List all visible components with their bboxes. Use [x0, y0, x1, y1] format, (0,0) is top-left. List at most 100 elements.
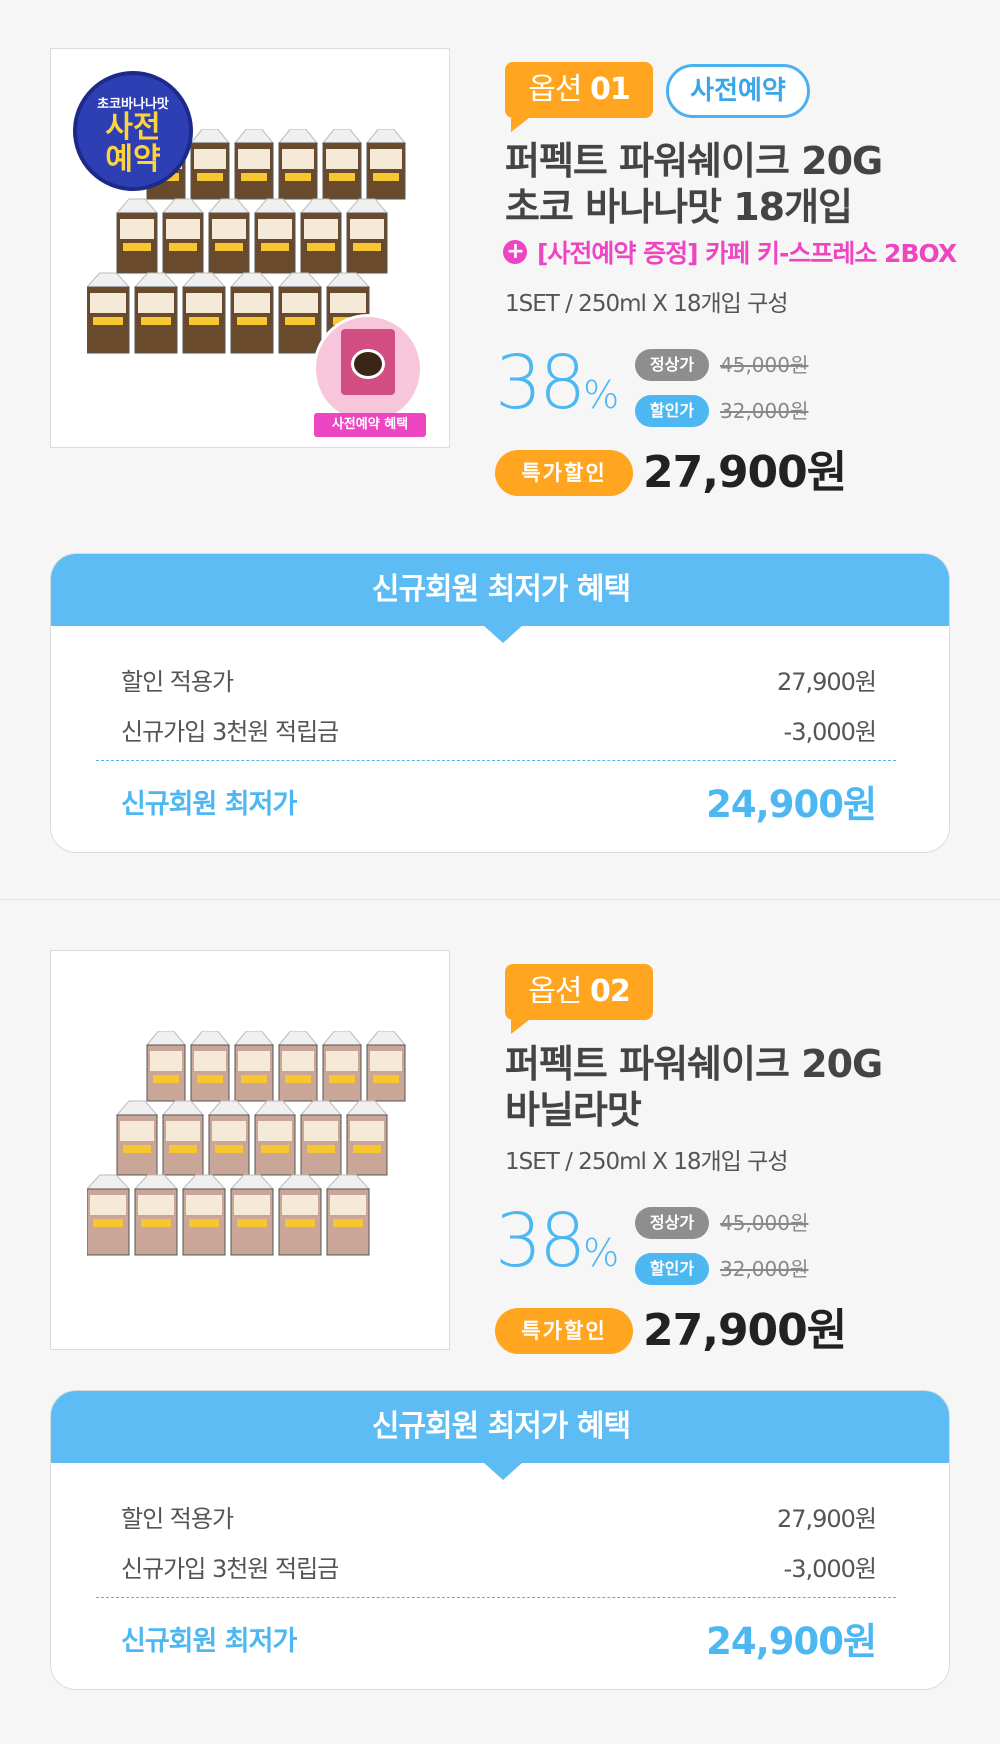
carton-icon — [189, 129, 231, 200]
benefit-header-arrow — [483, 625, 523, 643]
product-title-line2: 초코 바나나맛 18개입 — [505, 185, 853, 229]
sale-price-tag: 할인가 — [635, 395, 709, 427]
product-image-choco-banana[interactable]: 초코바나나맛 사전 예약 사전예약 혜택 — [50, 48, 450, 448]
sale-price: 32,000원 — [720, 399, 809, 423]
benefit-total-value: 24,900원 — [706, 1620, 877, 1663]
carton-icon — [145, 1031, 187, 1102]
benefit-total: 신규회원 최저가 24,900원 — [121, 782, 877, 826]
option-word: 옵션 — [528, 974, 582, 1009]
gift-label: 사전예약 혜택 — [314, 413, 426, 437]
product-spec: 1SET / 250ml X 18개입 구성 — [505, 291, 788, 317]
option-word: 옵션 — [528, 72, 582, 107]
carton-icon — [345, 1100, 389, 1176]
percent-sign: % — [583, 1231, 619, 1275]
carton-icon — [321, 1031, 363, 1102]
benefit-row-label: 할인 적용가 — [121, 668, 234, 696]
benefit-row-label: 할인 적용가 — [121, 1505, 234, 1533]
option-number: 01 — [590, 72, 631, 107]
benefit-total: 신규회원 최저가 24,900원 — [121, 1619, 877, 1663]
carton-icon — [181, 272, 227, 354]
discount-rate: 38% — [495, 340, 619, 426]
sale-price-tag: 할인가 — [635, 1253, 709, 1285]
benefit-row-label: 신규가입 3천원 적립금 — [121, 1555, 339, 1583]
regular-price-tag: 정상가 — [635, 1207, 709, 1239]
product-title-line1: 퍼펙트 파워쉐이크 20G — [505, 139, 883, 183]
carton-icon — [207, 198, 251, 274]
benefit-divider — [96, 1597, 896, 1598]
product-title-line1: 퍼펙트 파워쉐이크 20G — [505, 1042, 883, 1086]
benefit-row-value: 27,900원 — [776, 668, 877, 696]
carton-icon — [299, 1100, 343, 1176]
benefit-row-label: 신규가입 3천원 적립금 — [121, 718, 339, 746]
carton-icon — [133, 272, 179, 354]
discount-number: 38 — [495, 1198, 586, 1284]
benefit-row-points: 신규가입 3천원 적립금 -3,000원 — [121, 712, 877, 747]
benefit-header: 신규회원 최저가 혜택 — [51, 554, 949, 626]
option-badge: 옵션 01 — [505, 62, 653, 132]
carton-icon — [233, 1031, 275, 1102]
regular-price-tag: 정상가 — [635, 349, 709, 381]
benefit-row-discount: 할인 적용가 27,900원 — [121, 1499, 877, 1534]
carton-icon — [87, 272, 131, 354]
carton-icon — [277, 129, 319, 200]
preorder-seal: 초코바나나맛 사전 예약 — [73, 71, 193, 191]
carton-icon — [321, 129, 363, 200]
product-title: 퍼펙트 파워쉐이크 20G 초코 바나나맛 18개입 — [505, 138, 883, 230]
new-member-benefit-box: 신규회원 최저가 혜택 할인 적용가 27,900원 신규가입 3천원 적립금 … — [50, 1390, 950, 1690]
benefit-total-value: 24,900원 — [706, 783, 877, 826]
option-02-section: 옵션 02 퍼펙트 파워쉐이크 20G 바닐라맛 1SET / 250ml X … — [0, 901, 1000, 1744]
carton-icon — [229, 272, 275, 354]
carton-icon — [87, 1174, 131, 1256]
regular-price: 45,000원 — [720, 353, 809, 377]
seal-text-2: 예약 — [105, 142, 161, 177]
option-01-section: 초코바나나맛 사전 예약 사전예약 혜택 옵션 01 사전예약 퍼펙트 파워쉐이… — [0, 0, 1000, 900]
carton-icon — [161, 198, 205, 274]
carton-icon — [233, 129, 275, 200]
benefit-row-value: -3,000원 — [783, 718, 877, 746]
benefit-header: 신규회원 최저가 혜택 — [51, 1391, 949, 1463]
benefit-row-points: 신규가입 3천원 적립금 -3,000원 — [121, 1549, 877, 1584]
benefit-row-value: -3,000원 — [783, 1555, 877, 1583]
final-price: 27,900원 — [643, 447, 847, 498]
carton-icon — [189, 1031, 231, 1102]
carton-icon — [207, 1100, 251, 1176]
product-image-vanilla[interactable] — [50, 950, 450, 1350]
option-number: 02 — [590, 974, 631, 1009]
new-member-benefit-box: 신규회원 최저가 혜택 할인 적용가 27,900원 신규가입 3천원 적립금 … — [50, 553, 950, 853]
carton-icon — [253, 1100, 297, 1176]
carton-icon — [277, 1031, 319, 1102]
carton-icon — [115, 198, 159, 274]
product-title: 퍼펙트 파워쉐이크 20G 바닐라맛 — [505, 1041, 883, 1133]
carton-icon — [299, 198, 343, 274]
product-spec: 1SET / 250ml X 18개입 구성 — [505, 1149, 788, 1175]
special-discount-badge: 특가할인 — [495, 1308, 633, 1354]
carton-icon — [161, 1100, 205, 1176]
coffee-cup-icon — [351, 349, 385, 379]
special-discount-badge: 특가할인 — [495, 450, 633, 496]
carton-icon — [133, 1174, 179, 1256]
product-title-line2: 바닐라맛 — [505, 1088, 642, 1132]
benefit-row-value: 27,900원 — [776, 1505, 877, 1533]
discount-rate: 38% — [495, 1198, 619, 1284]
carton-icon — [277, 272, 323, 354]
discount-number: 38 — [495, 340, 586, 426]
carton-icon — [229, 1174, 275, 1256]
seal-text-1: 사전 — [105, 110, 161, 145]
gift-line: + [사전예약 증정] 카페 키-스프레소 2BOX — [503, 234, 957, 270]
plus-icon: + — [503, 240, 527, 264]
final-price: 27,900원 — [643, 1305, 847, 1356]
preorder-pill: 사전예약 — [666, 64, 810, 118]
carton-icon — [115, 1100, 159, 1176]
carton-icon — [277, 1174, 323, 1256]
benefit-total-label: 신규회원 최저가 — [121, 1626, 297, 1657]
carton-pack-image — [87, 1031, 407, 1256]
carton-icon — [325, 1174, 371, 1256]
benefit-header-arrow — [483, 1462, 523, 1480]
regular-price: 45,000원 — [720, 1211, 809, 1235]
carton-icon — [253, 198, 297, 274]
benefit-row-discount: 할인 적용가 27,900원 — [121, 662, 877, 697]
option-badge: 옵션 02 — [505, 964, 653, 1034]
benefit-total-label: 신규회원 최저가 — [121, 789, 297, 820]
carton-icon — [345, 198, 389, 274]
gift-text: [사전예약 증정] 카페 키-스프레소 2BOX — [537, 239, 957, 268]
